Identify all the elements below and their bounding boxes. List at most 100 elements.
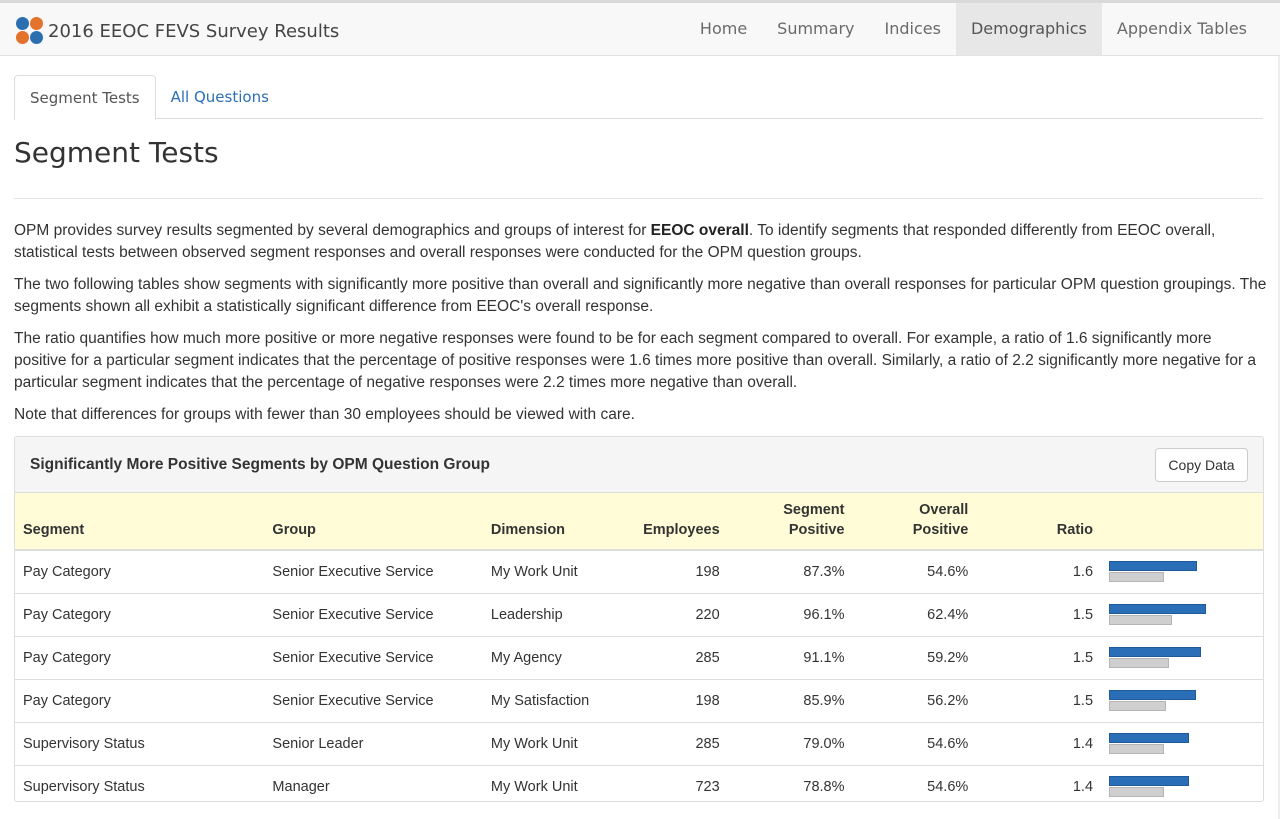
cell-dimension: My Work Unit xyxy=(482,722,611,766)
cell-dimension: My Work Unit xyxy=(482,550,611,594)
cell-segment: Pay Category xyxy=(15,550,265,594)
table-row: Pay Category Senior Executive Service My S… xyxy=(15,679,1263,723)
cell-group: Senior Executive Service xyxy=(264,550,483,594)
cell-overall-positive: 54.6% xyxy=(852,550,977,594)
nav-summary[interactable]: Summary xyxy=(762,3,869,55)
overall-positive-bar xyxy=(1109,786,1165,797)
segment-positive-bar xyxy=(1109,603,1207,614)
cell-employees: 723 xyxy=(695,778,720,795)
cell-segment-positive: 96.1% xyxy=(727,593,853,637)
table-row: Pay Category Senior Executive Service Lead… xyxy=(15,593,1263,637)
cell-bars xyxy=(1101,636,1263,680)
cell-overall-positive: 54.6% xyxy=(927,778,969,795)
cell-overall-positive: 54.6% xyxy=(852,722,977,766)
cell-overall-positive: 59.2% xyxy=(852,636,977,680)
table-row: Supervisory Status Senior Leader My Work U… xyxy=(15,722,1263,766)
app-title: 2016 EEOC FEVS Survey Results xyxy=(48,20,340,42)
nav-home[interactable]: Home xyxy=(685,3,762,55)
cell-employees: 198 xyxy=(610,679,728,723)
col-bars xyxy=(1101,493,1263,551)
comparison-bars xyxy=(1109,732,1229,755)
cell-ratio: 1.5 xyxy=(976,636,1102,680)
cell-segment: Supervisory Status xyxy=(15,722,265,766)
nav-appendix-tables[interactable]: Appendix Tables xyxy=(1102,3,1262,55)
nav-demographics[interactable]: Demographics xyxy=(955,3,1102,55)
overall-positive-bar xyxy=(1109,657,1169,668)
table-row: Pay Category Senior Executive Service My W… xyxy=(15,550,1263,594)
cell-group: Senior Leader xyxy=(264,722,483,766)
cell-group: Manager xyxy=(272,778,330,795)
cell-overall-positive: 56.2% xyxy=(852,679,977,723)
segment-positive-bar xyxy=(1109,689,1196,700)
table-header-row: Segment Group Dimension Employees Segmen… xyxy=(15,493,1263,551)
segment-positive-bar xyxy=(1109,775,1189,786)
segment-positive-bar xyxy=(1109,646,1202,657)
cell-segment: Pay Category xyxy=(15,593,265,637)
cell-ratio: 1.4 xyxy=(1072,778,1094,795)
cell-ratio: 1.5 xyxy=(976,593,1102,637)
panel-title: Significantly More Positive Segments by … xyxy=(30,456,490,473)
col-employees[interactable]: Employees xyxy=(610,493,728,551)
segment-positive-bar xyxy=(1109,560,1198,571)
table-row: Pay Category Senior Executive Service My A… xyxy=(15,636,1263,680)
col-dimension[interactable]: Dimension xyxy=(482,493,611,551)
navbar: 2016 EEOC FEVS Survey Results Home Summa… xyxy=(0,0,1280,56)
cell-segment-positive: 91.1% xyxy=(727,636,853,680)
comparison-bars xyxy=(1109,689,1229,712)
segment-positive-bar xyxy=(1109,732,1189,743)
positive-segments-panel: Significantly More Positive Segments by … xyxy=(14,436,1264,802)
tab-segment-tests[interactable]: Segment Tests xyxy=(14,75,156,120)
cell-employees: 285 xyxy=(610,722,728,766)
tab-bar: Segment Tests All Questions xyxy=(14,75,1263,120)
comparison-bars xyxy=(1109,646,1229,669)
cell-segment: Pay Category xyxy=(15,636,265,680)
cell-employees: 220 xyxy=(610,593,728,637)
intro-paragraph-3: The ratio quantifies how much more posit… xyxy=(14,330,1257,391)
segments-table: Segment Group Dimension Employees Segmen… xyxy=(15,493,1263,801)
cell-dimension: My Agency xyxy=(482,636,611,680)
comparison-bars xyxy=(1109,560,1229,583)
cell-group: Senior Executive Service xyxy=(264,636,483,680)
col-group[interactable]: Group xyxy=(264,493,483,551)
overall-positive-bar xyxy=(1109,571,1165,582)
cell-segment-positive: 87.3% xyxy=(727,550,853,594)
overall-positive-bar xyxy=(1109,743,1165,754)
cell-bars xyxy=(1101,722,1263,766)
col-overall-positive[interactable]: Overall Positive xyxy=(852,493,977,551)
cell-group: Senior Executive Service xyxy=(264,593,483,637)
intro-paragraph-2: The two following tables show segments w… xyxy=(14,276,1267,315)
cell-overall-positive: 62.4% xyxy=(852,593,977,637)
intro-paragraph-1: OPM provides survey results segmented by… xyxy=(14,222,1216,261)
copy-data-button[interactable]: Copy Data xyxy=(1155,448,1248,482)
cell-segment: Pay Category xyxy=(15,679,265,723)
logo-icon xyxy=(16,17,44,45)
cell-bars xyxy=(1101,593,1263,637)
cell-group: Senior Executive Service xyxy=(264,679,483,723)
cell-ratio: 1.5 xyxy=(976,679,1102,723)
divider xyxy=(14,198,1263,199)
cell-segment-positive: 85.9% xyxy=(727,679,853,723)
cell-dimension: My Satisfaction xyxy=(482,679,611,723)
cell-segment-positive: 78.8% xyxy=(803,778,845,795)
tab-all-questions[interactable]: All Questions xyxy=(156,75,284,119)
overall-positive-bar xyxy=(1109,614,1173,625)
panel-heading: Significantly More Positive Segments by … xyxy=(15,437,1263,493)
brand[interactable]: 2016 EEOC FEVS Survey Results xyxy=(16,16,339,46)
comparison-bars xyxy=(1109,775,1229,798)
cell-dimension: Leadership xyxy=(482,593,611,637)
col-segment[interactable]: Segment xyxy=(15,493,265,551)
comparison-bars xyxy=(1109,603,1229,626)
page-title: Segment Tests xyxy=(14,136,219,169)
cell-bars xyxy=(1101,679,1263,723)
col-segment-positive[interactable]: Segment Positive xyxy=(727,493,853,551)
nav-indices[interactable]: Indices xyxy=(870,3,956,55)
cell-bars xyxy=(1101,765,1263,801)
col-ratio[interactable]: Ratio xyxy=(976,493,1102,551)
cell-dimension: My Work Unit xyxy=(490,778,578,795)
overall-positive-bar xyxy=(1109,700,1166,711)
intro-bold: EEOC overall xyxy=(650,222,749,239)
cell-segment: Supervisory Status xyxy=(23,778,145,795)
cell-employees: 198 xyxy=(610,550,728,594)
cell-ratio: 1.6 xyxy=(976,550,1102,594)
cell-bars xyxy=(1101,550,1263,594)
